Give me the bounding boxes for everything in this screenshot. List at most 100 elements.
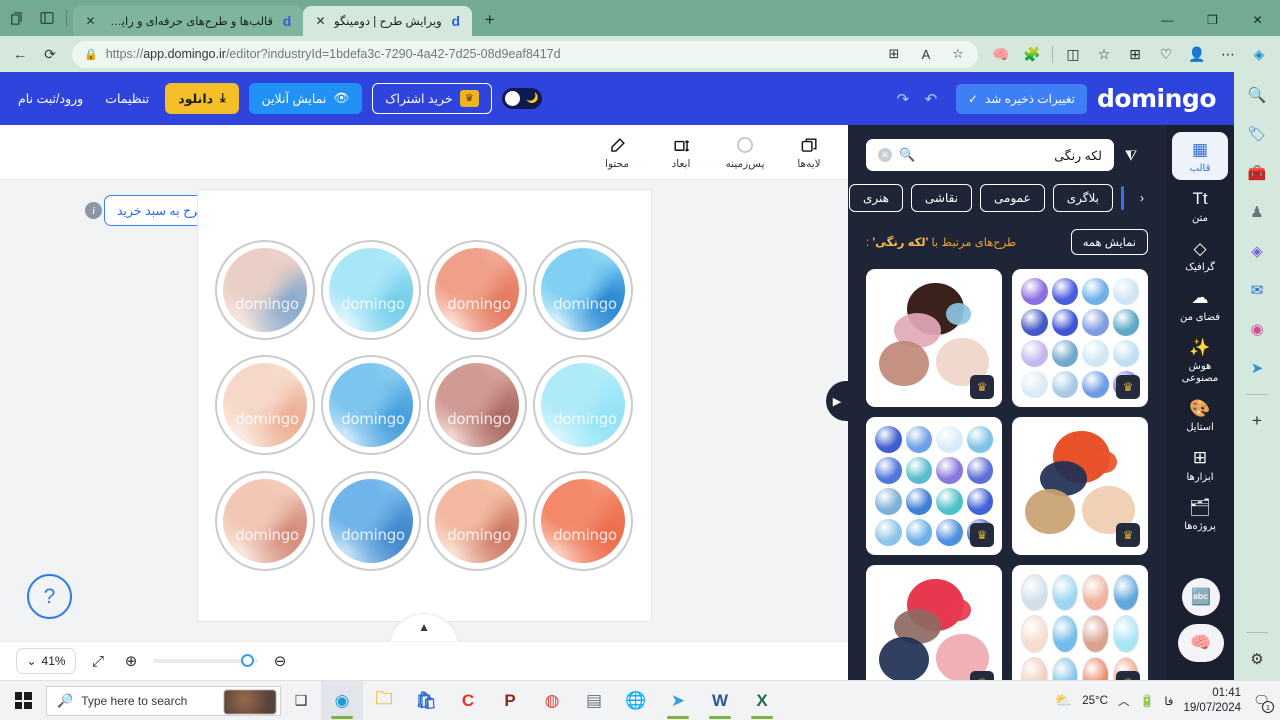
outlook-icon[interactable]: ✉ (1244, 277, 1270, 303)
ink-circle[interactable]: domingo (533, 355, 633, 456)
add-sidebar-app-icon[interactable]: + (1244, 408, 1270, 434)
designer-icon[interactable]: ◉ (1244, 316, 1270, 342)
ink-circle-cell[interactable]: domingo (321, 235, 421, 345)
task-view-button[interactable]: ❑ (281, 681, 321, 720)
taskbar-notes-app[interactable]: ▤ (573, 681, 615, 720)
more-options-icon[interactable]: ⋯ (1213, 40, 1243, 68)
favorites-icon[interactable]: ☆ (1089, 40, 1119, 68)
window-close-button[interactable]: ✕ (1235, 4, 1280, 36)
ink-circle-cell[interactable]: domingo (427, 466, 527, 576)
window-minimize-button[interactable]: — (1145, 4, 1190, 36)
template-thumbnail[interactable]: ♛ (866, 269, 1002, 407)
taskbar-microsoft-store[interactable]: 🛍 (405, 681, 447, 720)
read-aloud-icon[interactable]: A (914, 42, 938, 66)
clock[interactable]: 01:41 19/07/2024 (1183, 686, 1241, 715)
online-preview-button[interactable]: 👁 نمایش آنلاین (248, 83, 363, 114)
collections-icon[interactable]: ⊞ (1120, 40, 1150, 68)
show-all-button[interactable]: نمایش همه (1070, 229, 1148, 255)
template-thumbnail[interactable]: ♛ (1012, 269, 1148, 407)
search-icon[interactable]: 🔍 (899, 147, 915, 163)
microsoft-365-icon[interactable]: ◈ (1244, 238, 1270, 264)
canvas-area[interactable]: i 🛍 افزودن طرح به سبد خرید domingodoming… (0, 180, 848, 641)
toolbar-item-background[interactable]: پس‌زمینه (720, 134, 770, 170)
dark-mode-toggle[interactable]: 🌙 (501, 88, 542, 109)
chip-blogging[interactable]: بلاگری (1052, 184, 1113, 212)
tab-close-icon[interactable]: ✕ (313, 14, 328, 29)
ink-circle[interactable]: domingo (427, 355, 527, 456)
taskbar-chrome[interactable]: ◍ (531, 681, 573, 720)
zoom-in-icon[interactable]: ⊕ (120, 650, 142, 672)
ink-circle[interactable]: domingo (427, 239, 527, 340)
chip-painting[interactable]: نقاشی (910, 184, 973, 212)
tab-close-icon[interactable]: ✕ (83, 14, 98, 29)
settings-link[interactable]: تنظیمات (99, 91, 155, 106)
ink-circle-cell[interactable]: domingo (533, 235, 633, 345)
ai-assistant-floating-button[interactable]: 🧠 (1178, 624, 1224, 662)
split-screen-icon[interactable]: ◫ (1058, 40, 1088, 68)
rail-item-projects[interactable]: 🗂 پروژه‌ها (1172, 490, 1228, 538)
ink-circle[interactable]: domingo (215, 471, 315, 572)
ink-circle[interactable]: domingo (321, 471, 421, 572)
redo-button[interactable]: ↷ (892, 88, 914, 110)
ink-circle[interactable]: domingo (321, 239, 421, 340)
rail-item-ai-wand[interactable]: ✨ هوش مصنوعی (1172, 330, 1228, 389)
new-tab-button[interactable]: + (476, 6, 504, 34)
zoom-out-icon[interactable]: ⊖ (269, 650, 291, 672)
taskbar-edge[interactable]: ◉ (321, 680, 363, 720)
ink-circle-cell[interactable]: domingo (427, 351, 527, 461)
ink-circle-cell[interactable]: domingo (215, 466, 315, 576)
search-icon[interactable]: 🔍 (1244, 82, 1270, 108)
tools-briefcase-icon[interactable]: 🧰 (1244, 160, 1270, 186)
search-input[interactable]: لکه رنگی 🔍 ✕ (866, 139, 1114, 171)
profile-avatar[interactable]: 👤 (1182, 40, 1212, 68)
favorite-star-icon[interactable]: ☆ (946, 42, 970, 66)
ink-circle-cell[interactable]: domingo (427, 235, 527, 345)
telegram-icon[interactable]: ➤ (1244, 355, 1270, 381)
app-logo[interactable]: domingo (1097, 84, 1217, 113)
template-thumbnail[interactable]: ♛ (866, 565, 1002, 680)
chip-artistic[interactable]: هنری (848, 184, 903, 212)
zoom-level-select[interactable]: ⌄ 41% (16, 648, 76, 674)
fit-to-screen-icon[interactable]: ⤢ (87, 650, 109, 672)
toolbar-item-content[interactable]: محتوا (592, 134, 642, 170)
zoom-slider[interactable] (153, 654, 258, 667)
battery-icon[interactable]: 🔋 (1139, 694, 1154, 708)
zoom-slider-handle[interactable] (241, 654, 254, 667)
template-thumbnail[interactable]: ♛ (866, 417, 1002, 555)
ink-circle[interactable]: domingo (321, 355, 421, 456)
shopping-tag-icon[interactable]: 🏷 (1244, 121, 1270, 147)
login-register-link[interactable]: ورود/ثبت نام (12, 91, 89, 106)
browser-tab-2[interactable]: d ویرایش طرح | دومینگو ✕ (303, 6, 472, 36)
ink-circle[interactable]: domingo (533, 471, 633, 572)
ink-circle-cell[interactable]: domingo (215, 235, 315, 345)
template-thumbnail[interactable]: ♛ (1012, 417, 1148, 555)
notification-center-button[interactable]: 🗨 1 (1251, 690, 1274, 713)
tab-actions-icon[interactable] (36, 7, 58, 29)
reload-button[interactable]: ⟳ (36, 40, 64, 68)
rail-item-graphics-shapes[interactable]: ◇ گرافیک (1172, 231, 1228, 279)
clear-search-icon[interactable]: ✕ (878, 148, 892, 162)
taskbar-photoscape[interactable]: P (489, 681, 531, 720)
weather-temperature[interactable]: 25°C (1082, 695, 1108, 707)
language-indicator[interactable]: فا (1164, 694, 1173, 708)
info-icon[interactable]: i (85, 202, 102, 219)
help-button[interactable]: ? (27, 574, 72, 619)
sidebar-settings-icon[interactable]: ⚙ (1244, 646, 1270, 672)
back-button[interactable]: ← (6, 40, 34, 68)
taskbar-telegram[interactable]: ➤ (657, 681, 699, 720)
toolbar-item-layers[interactable]: لایه‌ها (784, 134, 834, 170)
taskbar-search-box[interactable]: 🔎 Type here to search (46, 685, 281, 716)
rail-item-text[interactable]: Tt متن (1172, 182, 1228, 230)
template-thumbnail[interactable]: ♛ (1012, 565, 1148, 680)
buy-subscription-button[interactable]: ♛ خرید اشتراک (372, 83, 492, 114)
taskbar-idm[interactable]: 🌐 (615, 681, 657, 720)
taskbar-excel[interactable]: X (741, 681, 783, 720)
ink-circle[interactable]: domingo (215, 355, 315, 456)
tab-search-icon[interactable] (6, 7, 28, 29)
download-button[interactable]: ⤓ دانلود (165, 83, 239, 114)
taskbar-word[interactable]: W (699, 681, 741, 720)
extensions-icon[interactable]: 🧩 (1017, 40, 1047, 68)
split-screen-icon[interactable]: ⊞ (882, 42, 906, 66)
window-maximize-button[interactable]: ❐ (1190, 4, 1235, 36)
filter-icon[interactable]: ⧩ (1114, 147, 1148, 164)
